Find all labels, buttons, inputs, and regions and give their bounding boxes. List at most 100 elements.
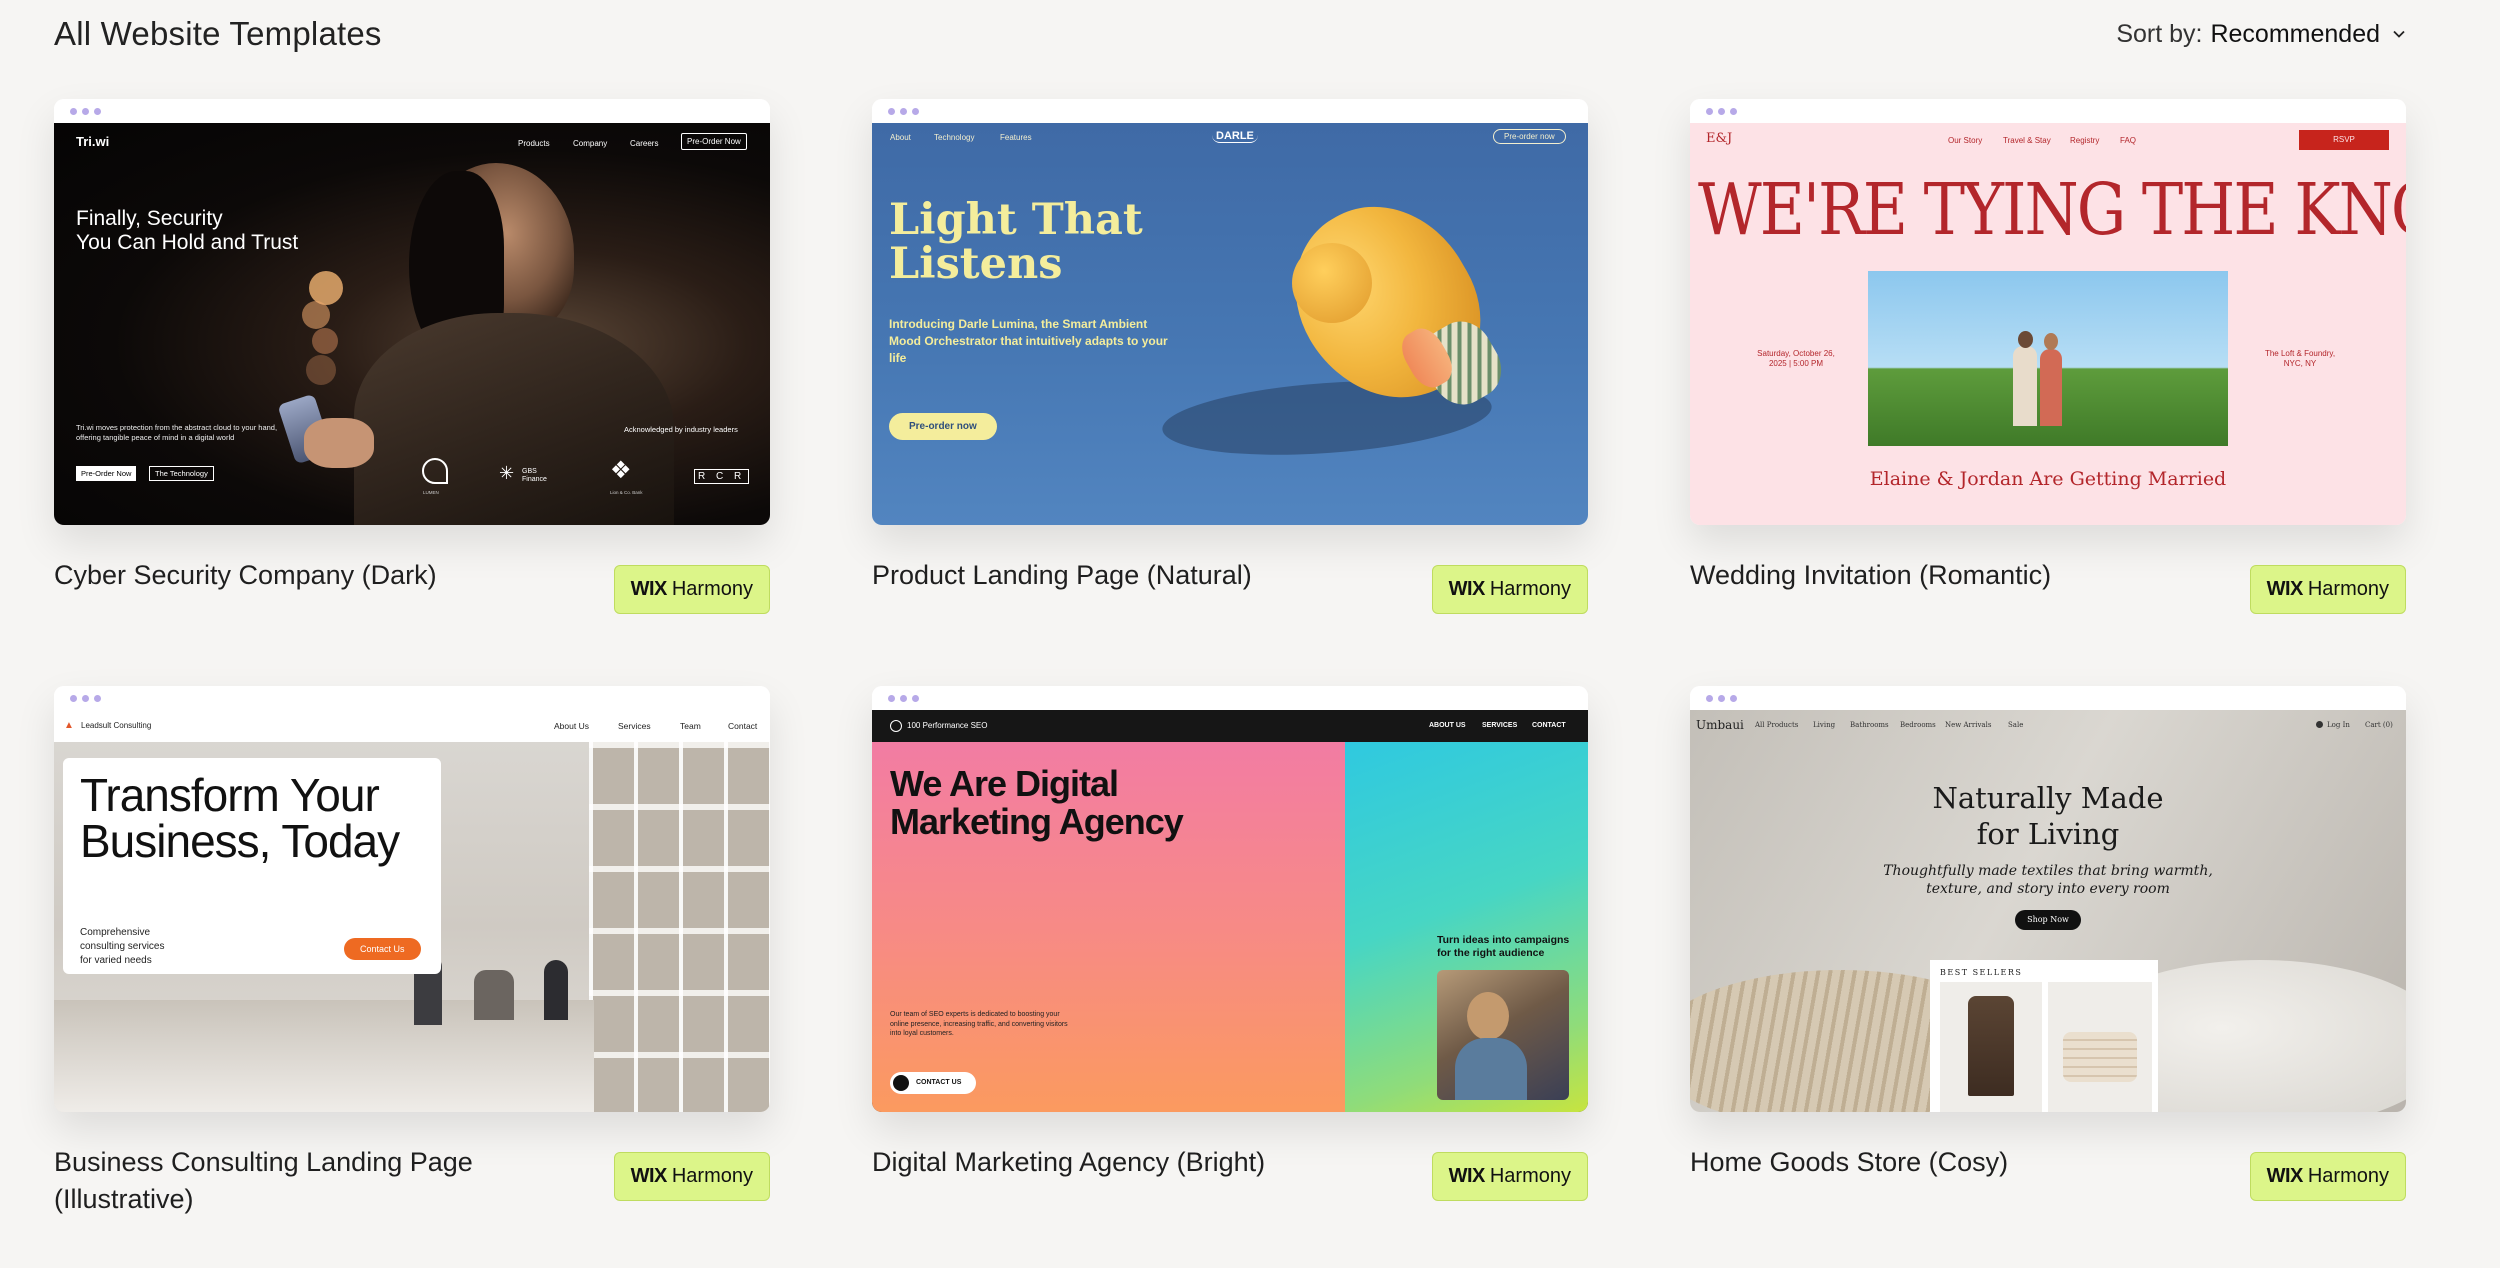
preview-venue: The Loft & Foundry, xyxy=(2264,349,2336,358)
preview-body: for varied needs xyxy=(80,955,152,966)
wix-harmony-badge[interactable]: WIX Harmony xyxy=(1431,565,1588,614)
preview-headline: Transform Your xyxy=(80,769,380,821)
template-card[interactable]: About Technology Features DARLE Pre-orde… xyxy=(872,99,1588,614)
preview-headline: You Can Hold and Trust xyxy=(76,231,299,254)
template-preview[interactable]: ▲ Leadsult Consulting About Us Services … xyxy=(54,686,770,1112)
partner-logo-icon: ✳ xyxy=(499,463,515,483)
badge-harmony: Harmony xyxy=(2307,1165,2389,1187)
preview-screen: About Technology Features DARLE Pre-orde… xyxy=(872,123,1588,525)
badge-wix: WIX xyxy=(2266,1165,2304,1187)
bokeh-light xyxy=(312,328,338,354)
badge-wix: WIX xyxy=(1448,578,1486,600)
preview-screen: ▲ Leadsult Consulting About Us Services … xyxy=(54,710,770,1112)
template-name[interactable]: Product Landing Page (Natural) xyxy=(872,557,1252,594)
preview-nav-item: Contact xyxy=(728,721,758,731)
preview-logo-icon: ▲ xyxy=(64,720,74,731)
sort-dropdown[interactable]: Sort by: Recommended xyxy=(2116,20,2406,49)
partner-name: GBS Finance xyxy=(522,468,547,483)
preview-login: Log In xyxy=(2327,721,2350,729)
person-head-illustration xyxy=(1467,992,1509,1040)
preview-nav-item: Technology xyxy=(934,133,975,142)
preview-button-label: CONTACT US xyxy=(916,1079,962,1086)
template-preview[interactable]: Umbaui All Products Living Bathrooms Bed… xyxy=(1690,686,2406,1112)
preview-nav-item: FAQ xyxy=(2120,136,2137,145)
person-illustration xyxy=(2040,349,2062,426)
shelf-dividers xyxy=(589,742,770,1112)
template-preview[interactable]: About Technology Features DARLE Pre-orde… xyxy=(872,99,1588,525)
browser-dot xyxy=(1718,107,1725,115)
wix-harmony-badge[interactable]: WIX Harmony xyxy=(613,565,770,614)
product-tile xyxy=(2048,982,2152,1112)
template-name[interactable]: Home Goods Store (Cosy) xyxy=(1690,1144,2008,1181)
preview-logo: DARLE xyxy=(1212,130,1258,143)
browser-dot xyxy=(900,694,907,702)
browser-dot xyxy=(94,694,101,702)
preview-subtitle: Thoughtfully made textiles that bring wa… xyxy=(1883,863,2213,879)
wix-harmony-badge[interactable]: WIX Harmony xyxy=(613,1152,770,1201)
template-name[interactable]: Business Consulting Landing Page (Illust… xyxy=(54,1144,574,1218)
preview-body: Introducing Darle Lumina, the Smart Ambi… xyxy=(889,317,1168,365)
person-illustration xyxy=(544,960,568,1020)
bokeh-light xyxy=(302,301,330,329)
template-name[interactable]: Cyber Security Company (Dark) xyxy=(54,557,437,594)
partner-name: R C R xyxy=(694,469,750,484)
preview-button: The Technology xyxy=(149,466,214,481)
preview-side-text: for the right audience xyxy=(1437,947,1545,959)
browser-dot xyxy=(82,694,89,702)
badge-harmony: Harmony xyxy=(1489,578,1571,600)
product-tile xyxy=(1940,982,2042,1112)
robe-illustration xyxy=(1968,996,2014,1096)
template-name[interactable]: Wedding Invitation (Romantic) xyxy=(1690,557,2051,594)
preview-headline: Finally, Security xyxy=(76,207,223,230)
user-icon xyxy=(2316,721,2323,728)
preview-section-title: BEST SELLERS xyxy=(1940,968,2023,977)
preview-headline: Business, Today xyxy=(80,815,400,867)
preview-nav-item: Products xyxy=(518,139,550,148)
preview-screen: Umbaui All Products Living Bathrooms Bed… xyxy=(1690,710,2406,1112)
browser-dot xyxy=(82,107,89,115)
preview-headline: for Living xyxy=(1976,817,2120,851)
preview-headline: Listens xyxy=(889,239,1063,289)
preview-nav-item: Services xyxy=(618,721,651,731)
browser-dot xyxy=(912,107,919,115)
towels-illustration xyxy=(2063,1032,2137,1082)
template-preview[interactable]: E&J Our Story Travel & Stay Registry FAQ… xyxy=(1690,99,2406,525)
partner-logo-icon: ❖ xyxy=(610,457,632,484)
preview-logo: E&J xyxy=(1706,131,1733,146)
preview-subtitle: texture, and story into every room xyxy=(1926,881,2170,897)
template-card[interactable]: E&J Our Story Travel & Stay Registry FAQ… xyxy=(1690,99,2406,614)
badge-harmony: Harmony xyxy=(671,578,753,600)
preview-screen: 100 Performance SEO ABOUT US SERVICES CO… xyxy=(872,710,1588,1112)
template-card[interactable]: 100 Performance SEO ABOUT US SERVICES CO… xyxy=(872,686,1588,1201)
template-card[interactable]: Umbaui All Products Living Bathrooms Bed… xyxy=(1690,686,2406,1201)
preview-nav-item: Sale xyxy=(2008,721,2024,729)
sort-label: Sort by: xyxy=(2116,19,2203,48)
partner-name: LUMEN xyxy=(423,490,439,495)
preview-button: Shop Now xyxy=(2015,910,2081,930)
preview-nav-item: ABOUT US xyxy=(1429,722,1466,729)
wix-harmony-badge[interactable]: WIX Harmony xyxy=(1431,1152,1588,1201)
preview-nav-item: Company xyxy=(573,139,608,148)
bokeh-light xyxy=(306,355,336,385)
preview-logo: Tri.wi xyxy=(76,134,110,149)
wix-harmony-badge[interactable]: WIX Harmony xyxy=(2249,565,2406,614)
wix-harmony-badge[interactable]: WIX Harmony xyxy=(2249,1152,2406,1201)
preview-nav-item: About xyxy=(890,133,911,142)
browser-bar xyxy=(1690,99,2406,123)
template-preview[interactable]: 100 Performance SEO ABOUT US SERVICES CO… xyxy=(872,686,1588,1112)
badge-wix: WIX xyxy=(630,578,668,600)
preview-navbar xyxy=(54,710,770,742)
page-title: All Website Templates xyxy=(54,15,382,52)
template-card[interactable]: ▲ Leadsult Consulting About Us Services … xyxy=(54,686,770,1214)
template-card[interactable]: Tri.wi Products Company Careers Pre-Orde… xyxy=(54,99,770,614)
preview-headline: Marketing Agency xyxy=(890,801,1184,842)
browser-dot xyxy=(70,694,77,702)
preview-nav-item: Bathrooms xyxy=(1850,721,1889,729)
preview-headline: Light That xyxy=(889,195,1143,245)
template-preview[interactable]: Tri.wi Products Company Careers Pre-Orde… xyxy=(54,99,770,525)
template-name[interactable]: Digital Marketing Agency (Bright) xyxy=(872,1144,1265,1181)
sort-value: Recommended xyxy=(2210,19,2380,48)
person-illustration xyxy=(2013,346,2037,426)
browser-bar xyxy=(872,99,1588,123)
preview-body: Our team of SEO experts is dedicated to … xyxy=(890,1011,1068,1037)
